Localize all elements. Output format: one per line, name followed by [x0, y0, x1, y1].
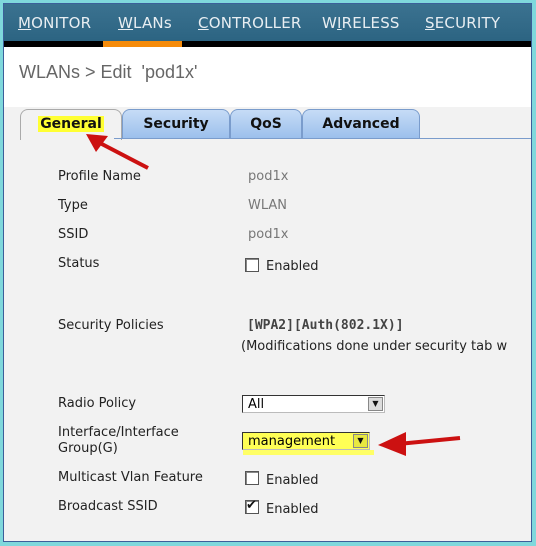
status-label: Status — [58, 256, 100, 271]
broadcast-ssid-label: Broadcast SSID — [58, 499, 158, 514]
broadcast-ssid-checkbox[interactable]: ✔ — [245, 498, 259, 514]
tab-divider — [114, 138, 531, 139]
radio-policy-selected: All — [248, 397, 265, 412]
tab-advanced-label: Advanced — [322, 116, 400, 132]
annotation-arrow-interface — [378, 432, 461, 456]
radio-policy-select[interactable]: All ▼ — [242, 395, 385, 413]
tab-qos[interactable]: QoS — [230, 109, 302, 138]
security-policies-label: Security Policies — [58, 318, 164, 333]
multicast-vlan-checkbox-label: Enabled — [266, 473, 319, 488]
type-label: Type — [58, 198, 88, 213]
tab-advanced[interactable]: Advanced — [302, 109, 420, 138]
wlan-edit-window: MONITOR WLANs CONTROLLER WIRELESS SECURI… — [3, 3, 532, 542]
status-checkbox-label: Enabled — [266, 259, 319, 274]
ssid-value: pod1x — [248, 227, 289, 242]
type-value: WLAN — [248, 198, 288, 213]
security-policies-note: (Modifications done under security tab w — [241, 339, 508, 354]
chevron-down-icon[interactable]: ▼ — [353, 434, 368, 448]
annotation-arrow-general — [86, 134, 149, 170]
nav-wlans[interactable]: WLANs — [118, 14, 172, 32]
ssid-label: SSID — [58, 227, 89, 242]
checkmark-icon: ✔ — [246, 498, 257, 513]
top-navigation: MONITOR WLANs CONTROLLER WIRELESS SECURI… — [4, 4, 531, 41]
nav-controller[interactable]: CONTROLLER — [198, 14, 302, 32]
multicast-vlan-checkbox[interactable] — [245, 471, 259, 485]
status-checkbox[interactable] — [245, 258, 259, 272]
interface-select[interactable]: management ▼ — [242, 432, 370, 450]
tab-security-label: Security — [143, 116, 209, 132]
security-policies-value: [WPA2][Auth(802.1X)] — [247, 318, 404, 333]
tab-qos-label: QoS — [250, 116, 282, 132]
profile-name-label: Profile Name — [58, 169, 141, 184]
tab-general-label: General — [38, 116, 104, 132]
interface-label-line2: Group(G) — [58, 441, 118, 456]
broadcast-ssid-checkbox-label: Enabled — [266, 502, 319, 517]
interface-label-line1: Interface/Interface — [58, 425, 179, 440]
nav-security[interactable]: SECURITY — [425, 14, 500, 32]
nav-wireless[interactable]: WIRELESS — [322, 14, 400, 32]
interface-selected: management — [248, 434, 336, 449]
nav-monitor[interactable]: MONITOR — [18, 14, 91, 32]
profile-name-value: pod1x — [248, 169, 289, 184]
multicast-vlan-label: Multicast Vlan Feature — [58, 470, 203, 485]
chevron-down-icon[interactable]: ▼ — [368, 397, 383, 411]
page-title: WLANs > Edit 'pod1x' — [19, 62, 198, 82]
radio-policy-label: Radio Policy — [58, 396, 137, 411]
